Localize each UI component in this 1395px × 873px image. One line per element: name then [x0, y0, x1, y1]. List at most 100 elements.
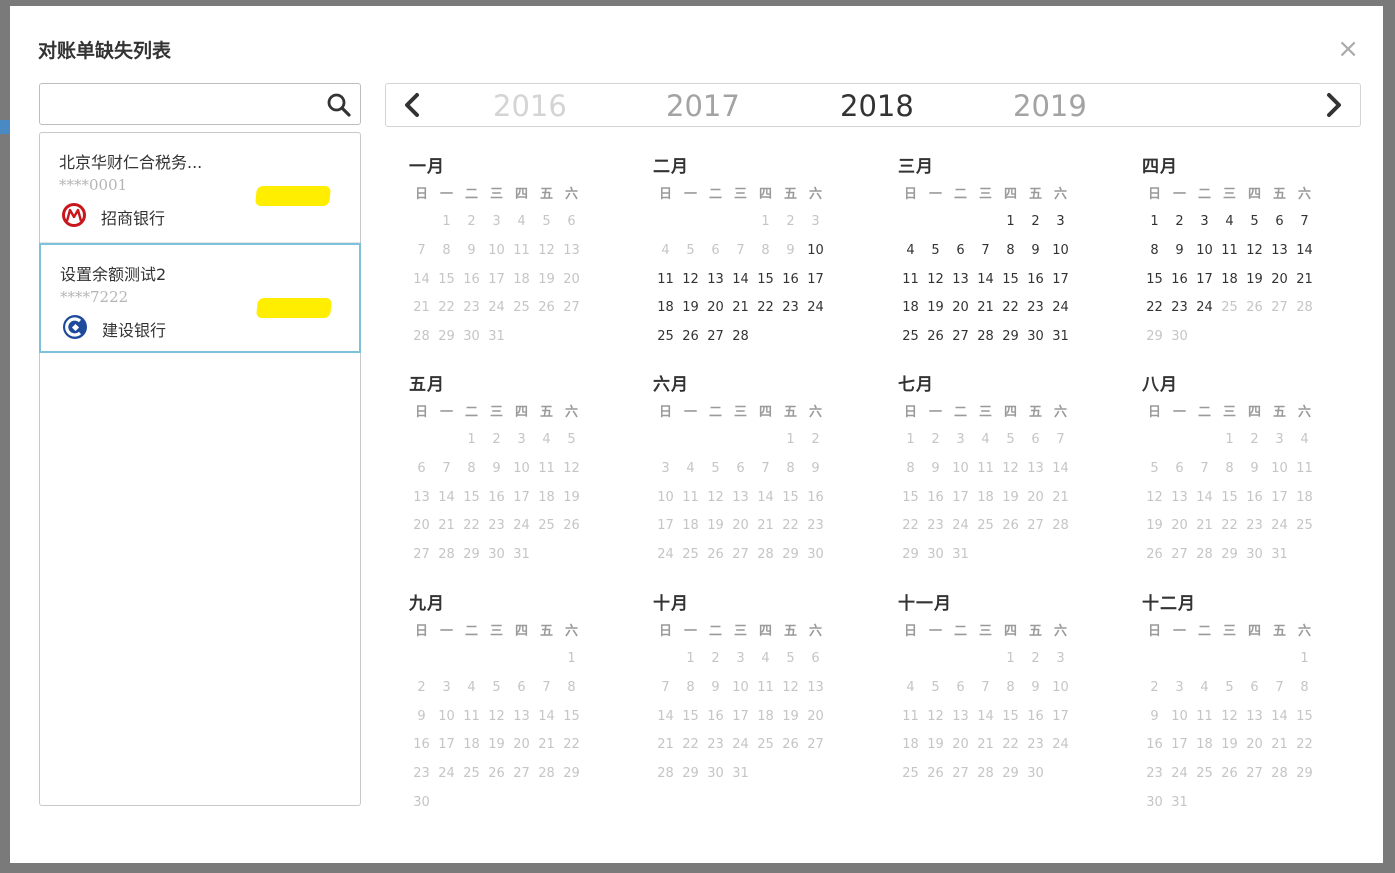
- day-cell-missing[interactable]: 19: [678, 294, 703, 323]
- day-cell-missing[interactable]: 24: [1192, 294, 1217, 323]
- day-cell-missing[interactable]: 23: [778, 294, 803, 323]
- account-item[interactable]: 北京华财仁合税务... ****0001 招商银行: [40, 133, 360, 243]
- day-cell-missing[interactable]: 18: [898, 294, 923, 323]
- day-cell-missing[interactable]: 1: [998, 208, 1023, 237]
- day-cell-missing[interactable]: 26: [923, 323, 948, 352]
- day-cell-missing[interactable]: 1: [1142, 208, 1167, 237]
- day-cell-missing[interactable]: 15: [753, 266, 778, 295]
- day-cell: 15: [438, 271, 455, 287]
- day-cell-missing[interactable]: 10: [1048, 237, 1073, 266]
- day-cell: 19: [707, 518, 724, 534]
- year-2019[interactable]: 2019: [1013, 89, 1087, 123]
- day-cell-missing[interactable]: 22: [1142, 294, 1167, 323]
- day-cell-missing[interactable]: 19: [923, 294, 948, 323]
- day-cell-missing[interactable]: 2: [1023, 208, 1048, 237]
- day-cell-missing[interactable]: 4: [898, 237, 923, 266]
- day-cell: 11: [757, 679, 774, 695]
- day-cell-missing[interactable]: 3: [1192, 208, 1217, 237]
- day-cell-missing[interactable]: 10: [1192, 237, 1217, 266]
- day-cell-missing[interactable]: 23: [1167, 294, 1192, 323]
- day-cell: 10: [657, 489, 674, 505]
- day-cell: 5: [567, 432, 576, 447]
- day-cell-missing[interactable]: 16: [778, 266, 803, 295]
- month-panel: 五月日一二三四五六 1 2 3 4 5 6 7 8 9 10 11 12 13 14 15 16 17 18 19 20…: [409, 370, 594, 570]
- day-cell-missing[interactable]: 14: [728, 266, 753, 295]
- day-cell: 30: [707, 766, 724, 782]
- day-cell-missing[interactable]: 26: [678, 323, 703, 352]
- day-cell: 23: [927, 518, 944, 534]
- day-cell: 31: [1271, 547, 1288, 563]
- day-cell-missing[interactable]: 28: [973, 323, 998, 352]
- day-cell-missing[interactable]: 12: [923, 266, 948, 295]
- day-cell-missing[interactable]: 5: [1242, 208, 1267, 237]
- day-cell-missing[interactable]: 3: [1048, 208, 1073, 237]
- day-cell-missing[interactable]: 30: [1023, 323, 1048, 352]
- day-cell-missing[interactable]: 14: [1292, 237, 1317, 266]
- day-cell-missing[interactable]: 20: [1267, 266, 1292, 295]
- day-cell-missing[interactable]: 24: [803, 294, 828, 323]
- day-cell-missing[interactable]: 10: [803, 237, 828, 266]
- weekday-label: 三: [978, 187, 992, 202]
- year-2018-current[interactable]: 2018: [840, 89, 914, 123]
- day-cell-missing[interactable]: 15: [998, 266, 1023, 295]
- day-cell-missing[interactable]: 29: [998, 323, 1023, 352]
- day-blank: [1167, 426, 1192, 455]
- day-cell-missing[interactable]: 21: [1292, 266, 1317, 295]
- day-cell-missing[interactable]: 13: [948, 266, 973, 295]
- day-cell-missing[interactable]: 17: [1048, 266, 1073, 295]
- day-cell-missing[interactable]: 31: [1048, 323, 1073, 352]
- day-cell-missing[interactable]: 7: [1292, 208, 1317, 237]
- search-icon[interactable]: [326, 92, 352, 118]
- day-cell-missing[interactable]: 11: [653, 266, 678, 295]
- day-cell-missing[interactable]: 18: [1217, 266, 1242, 295]
- day-cell-missing[interactable]: 12: [678, 266, 703, 295]
- day-cell-missing[interactable]: 11: [1217, 237, 1242, 266]
- day-cell-missing[interactable]: 16: [1023, 266, 1048, 295]
- day-cell-missing[interactable]: 7: [973, 237, 998, 266]
- account-item-selected[interactable]: 设置余额测试2 ****7222 建设银行: [39, 243, 361, 353]
- day-cell-missing[interactable]: 21: [973, 294, 998, 323]
- day-cell-missing[interactable]: 27: [703, 323, 728, 352]
- day-cell-missing[interactable]: 8: [1142, 237, 1167, 266]
- day-cell-missing[interactable]: 23: [1023, 294, 1048, 323]
- day-cell-missing[interactable]: 28: [728, 323, 753, 352]
- day-cell-missing[interactable]: 6: [1267, 208, 1292, 237]
- day-cell-missing[interactable]: 22: [753, 294, 778, 323]
- day-cell-missing[interactable]: 22: [998, 294, 1023, 323]
- search-box: [39, 83, 361, 125]
- day-cell-missing[interactable]: 20: [948, 294, 973, 323]
- year-2016[interactable]: 2016: [493, 89, 567, 123]
- day-cell-missing[interactable]: 16: [1167, 266, 1192, 295]
- search-input[interactable]: [40, 84, 310, 124]
- day-cell-missing[interactable]: 27: [948, 323, 973, 352]
- day-cell-missing[interactable]: 20: [703, 294, 728, 323]
- day-cell-missing[interactable]: 18: [653, 294, 678, 323]
- day-cell-missing[interactable]: 9: [1023, 237, 1048, 266]
- day-cell-missing[interactable]: 12: [1242, 237, 1267, 266]
- weekday-header: 日一二三四五六: [653, 400, 838, 426]
- day-cell-missing[interactable]: 17: [803, 266, 828, 295]
- chevron-left-icon[interactable]: [400, 92, 426, 118]
- day-cell-missing[interactable]: 25: [898, 323, 923, 352]
- chevron-right-icon[interactable]: [1320, 92, 1346, 118]
- close-button[interactable]: ×: [1337, 36, 1359, 62]
- day-cell-missing[interactable]: 6: [948, 237, 973, 266]
- day-cell-missing[interactable]: 15: [1142, 266, 1167, 295]
- day-cell-missing[interactable]: 8: [998, 237, 1023, 266]
- year-2017[interactable]: 2017: [666, 89, 740, 123]
- day-cell-missing[interactable]: 2: [1167, 208, 1192, 237]
- day-cell-missing[interactable]: 4: [1217, 208, 1242, 237]
- day-cell-missing[interactable]: 17: [1192, 266, 1217, 295]
- day-cell-missing[interactable]: 14: [973, 266, 998, 295]
- day-cell-missing[interactable]: 24: [1048, 294, 1073, 323]
- day-cell-missing[interactable]: 13: [1267, 237, 1292, 266]
- day-cell: 16: [807, 489, 824, 505]
- day-cell-missing[interactable]: 21: [728, 294, 753, 323]
- day-cell-missing[interactable]: 11: [898, 266, 923, 295]
- day-cell-missing[interactable]: 25: [653, 323, 678, 352]
- day-cell-missing[interactable]: 5: [923, 237, 948, 266]
- day-cell-missing[interactable]: 9: [1167, 237, 1192, 266]
- month-panel: 十月日一二三四五六 1 2 3 4 5 6 7 8 9 10 11 12 13 14 15 16 17 18 19 20…: [653, 589, 838, 789]
- day-cell-missing[interactable]: 13: [703, 266, 728, 295]
- day-cell-missing[interactable]: 19: [1242, 266, 1267, 295]
